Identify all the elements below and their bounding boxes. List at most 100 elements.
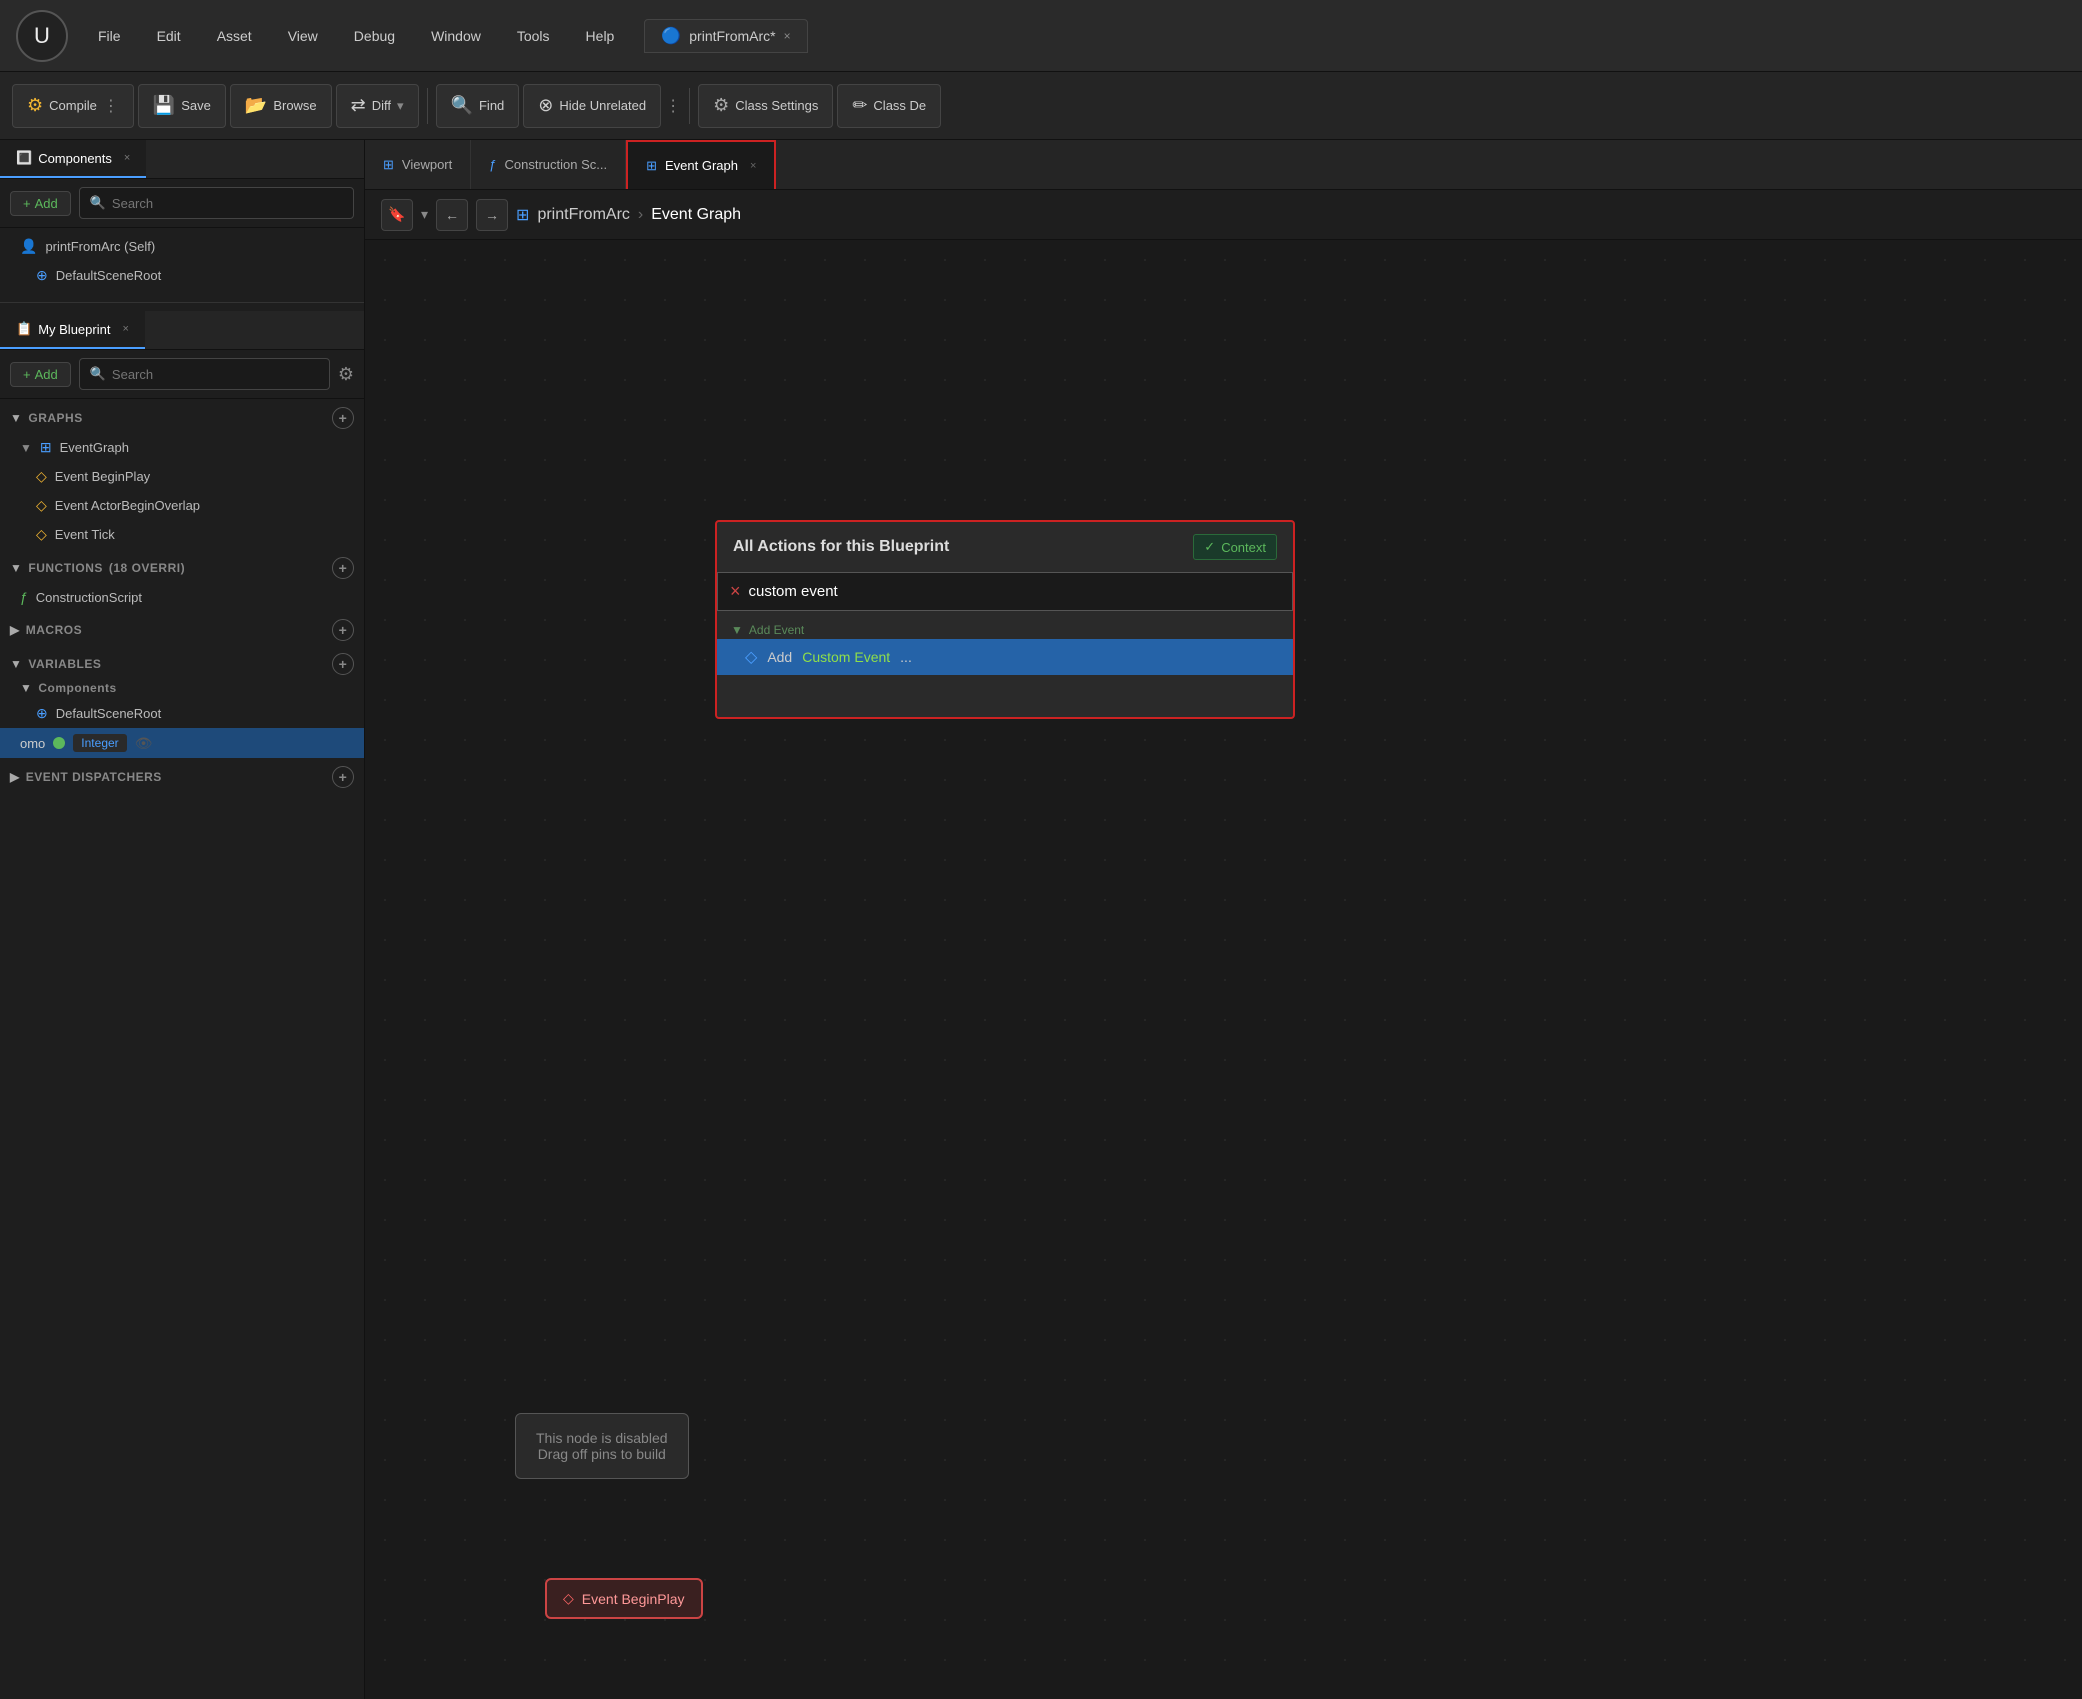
menu-asset[interactable]: Asset — [199, 20, 270, 52]
breadcrumb-class[interactable]: printFromArc — [537, 206, 629, 224]
tree-item-beginplay-label: Event BeginPlay — [55, 469, 150, 484]
tree-item-eventgraph[interactable]: ▼ ⊞ EventGraph — [0, 433, 364, 462]
event-dispatchers-section-header: ▶ EVENT DISPATCHERS + — [0, 758, 364, 792]
tab-components[interactable]: 🔳 Components × — [0, 140, 146, 178]
tree-item-actoroverlap[interactable]: ◇ Event ActorBeginOverlap — [0, 491, 364, 520]
functions-add-btn[interactable]: + — [332, 557, 354, 579]
tab-close-btn[interactable]: × — [784, 29, 791, 43]
components-search-input[interactable] — [112, 196, 343, 211]
eventtick-icon: ◇ — [36, 526, 47, 543]
menu-window[interactable]: Window — [413, 20, 499, 52]
browse-button[interactable]: 📂 Browse — [230, 84, 332, 128]
disabled-node-text: This node is disabled Drag off pins to b… — [536, 1430, 668, 1462]
blueprint-add-button[interactable]: + Add — [10, 362, 71, 387]
context-sensitive-toggle[interactable]: ✓ Context — [1193, 534, 1277, 560]
tree-item-defaultsceneroot[interactable]: ⊕ DefaultSceneRoot — [0, 261, 364, 290]
tab-construction-sc[interactable]: ƒ Construction Sc... — [471, 140, 626, 189]
viewport-icon: ⊞ — [383, 157, 394, 173]
menu-edit[interactable]: Edit — [139, 20, 199, 52]
popup-results: ▼ Add Event ◇ Add Custom Event... — [717, 611, 1293, 681]
menu-debug[interactable]: Debug — [336, 20, 413, 52]
components-add-label: Add — [35, 196, 58, 211]
class-settings-button[interactable]: ⚙ Class Settings — [698, 84, 833, 128]
functions-section-header: ▼ FUNCTIONS (18 OVERRI) + — [0, 549, 364, 583]
blueprint-search-box[interactable]: 🔍 — [79, 358, 330, 390]
left-panel: 🔳 Components × + Add 🔍 👤 printFromArc (S… — [0, 140, 365, 1699]
components-add-button[interactable]: + Add — [10, 191, 71, 216]
more-options-btn[interactable]: ⋮ — [665, 96, 681, 116]
diff-button[interactable]: ⇄ Diff ▾ — [336, 84, 419, 128]
event-dispatchers-chevron: ▶ — [10, 770, 20, 784]
tab-my-blueprint[interactable]: 📋 My Blueprint × — [0, 311, 145, 349]
title-bar: U File Edit Asset View Debug Window Tool… — [0, 0, 2082, 72]
components-search-box[interactable]: 🔍 — [79, 187, 354, 219]
breadcrumb-bar: 🔖 ▾ ← → ⊞ printFromArc › Event Graph — [365, 190, 2082, 240]
tree-item-beginplay[interactable]: ◇ Event BeginPlay — [0, 462, 364, 491]
popup-clear-btn[interactable]: × — [730, 581, 741, 602]
tab-viewport[interactable]: ⊞ Viewport — [365, 140, 471, 189]
begin-play-node[interactable]: ◇ Event BeginPlay — [545, 1578, 703, 1619]
tree-item-constructionscript[interactable]: ƒ ConstructionScript — [0, 583, 364, 611]
menu-bar: File Edit Asset View Debug Window Tools … — [80, 20, 632, 52]
back-btn[interactable]: ← — [436, 199, 468, 231]
tree-item-eventtick[interactable]: ◇ Event Tick — [0, 520, 364, 549]
compile-menu-icon[interactable]: ⋮ — [103, 96, 119, 116]
bookmark-btn[interactable]: 🔖 — [381, 199, 413, 231]
breadcrumb-dropdown-btn[interactable]: ▾ — [421, 206, 428, 223]
toolbar: ⚙ Compile ⋮ 💾 Save 📂 Browse ⇄ Diff ▾ 🔍 F… — [0, 72, 2082, 140]
blueprint-canvas[interactable]: This node is disabled Drag off pins to b… — [365, 240, 2082, 1699]
macros-section-header: ▶ MACROS + — [0, 611, 364, 645]
disabled-node-content: This node is disabled Drag off pins to b… — [515, 1413, 689, 1479]
macros-add-btn[interactable]: + — [332, 619, 354, 641]
components-add-plus-icon: + — [23, 196, 31, 211]
functions-section-title: ▼ FUNCTIONS (18 OVERRI) — [10, 561, 185, 575]
components-panel-tabs: 🔳 Components × — [0, 140, 364, 179]
popup-search-input[interactable] — [749, 583, 1280, 600]
add-event-chevron: ▼ — [731, 623, 743, 637]
save-button[interactable]: 💾 Save — [138, 84, 226, 128]
popup-search-bar[interactable]: × — [717, 572, 1293, 611]
save-icon: 💾 — [153, 95, 175, 116]
context-label: Context — [1221, 540, 1266, 555]
tab-event-graph[interactable]: ⊞ Event Graph × — [626, 140, 776, 189]
blueprint-tab-close[interactable]: × — [122, 323, 128, 335]
beginplay-icon: ◇ — [36, 468, 47, 485]
popup-bottom — [717, 681, 1293, 717]
graphs-add-btn[interactable]: + — [332, 407, 354, 429]
blueprint-toolbar: + Add 🔍 ⚙ — [0, 350, 364, 399]
class-defaults-button[interactable]: ✏ Class De — [837, 84, 941, 128]
macros-label: MACROS — [26, 623, 82, 637]
blueprint-settings-button[interactable]: ⚙ — [338, 364, 354, 385]
components-label: Components — [38, 151, 112, 166]
components-tab-close[interactable]: × — [124, 152, 130, 164]
event-graph-close[interactable]: × — [750, 160, 756, 172]
menu-file[interactable]: File — [80, 20, 139, 52]
variables-chevron: ▼ — [10, 657, 22, 671]
menu-tools[interactable]: Tools — [499, 20, 568, 52]
event-dispatchers-section-title: ▶ EVENT DISPATCHERS — [10, 770, 162, 784]
tree-item-defaultsceneroot-var[interactable]: ⊕ DefaultSceneRoot — [0, 699, 364, 728]
variables-add-btn[interactable]: + — [332, 653, 354, 675]
event-dispatchers-add-btn[interactable]: + — [332, 766, 354, 788]
tree-item-self[interactable]: 👤 printFromArc (Self) — [0, 232, 364, 261]
menu-view[interactable]: View — [270, 20, 336, 52]
compile-button[interactable]: ⚙ Compile ⋮ — [12, 84, 134, 128]
tab-label: printFromArc* — [689, 28, 775, 44]
active-tab[interactable]: 🔵 printFromArc* × — [644, 19, 807, 53]
context-checkmark: ✓ — [1204, 539, 1215, 555]
blueprint-search-input[interactable] — [112, 367, 319, 382]
hide-unrelated-button[interactable]: ⊗ Hide Unrelated — [523, 84, 661, 128]
forward-btn[interactable]: → — [476, 199, 508, 231]
variable-row-omo[interactable]: omo Integer 👁 — [0, 728, 364, 758]
omo-eye-icon[interactable]: 👁 — [135, 735, 153, 752]
center-area: ⊞ Viewport ƒ Construction Sc... ⊞ Event … — [365, 140, 2082, 1699]
popup-result-custom-event[interactable]: ◇ Add Custom Event... — [717, 639, 1293, 675]
components-tree: 👤 printFromArc (Self) ⊕ DefaultSceneRoot — [0, 228, 364, 294]
menu-help[interactable]: Help — [568, 20, 633, 52]
defaultsceneroot-var-icon: ⊕ — [36, 705, 48, 722]
class-settings-icon: ⚙ — [713, 95, 729, 116]
class-defaults-icon: ✏ — [852, 95, 867, 116]
find-button[interactable]: 🔍 Find — [436, 84, 520, 128]
compile-icon: ⚙ — [27, 95, 43, 116]
graphs-chevron: ▼ — [10, 411, 22, 425]
